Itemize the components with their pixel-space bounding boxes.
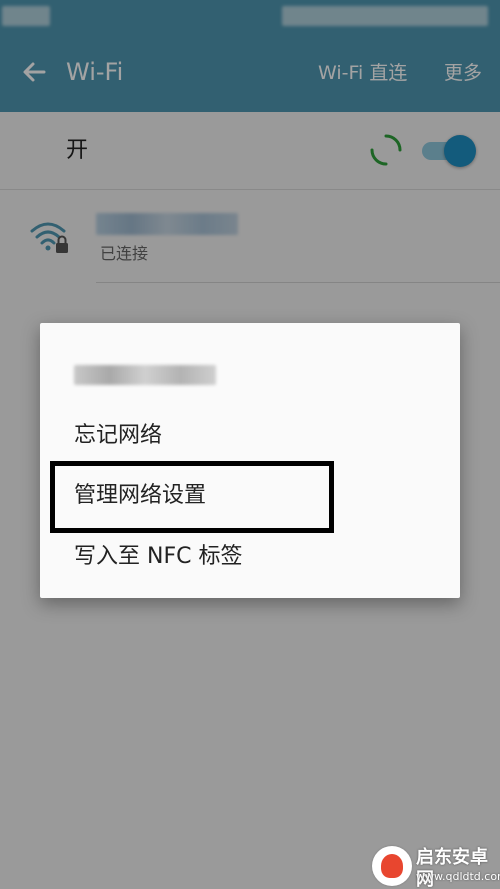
network-context-dialog: 忘记网络 管理网络设置 写入至 NFC 标签 xyxy=(40,323,460,598)
highlight-annotation-box xyxy=(50,461,334,533)
dialog-title-blurred xyxy=(74,365,216,385)
watermark: 启东安卓网 www.qdldtd.com xyxy=(372,846,500,889)
watermark-logo-icon xyxy=(372,846,412,886)
menu-item-write-nfc-tag[interactable]: 写入至 NFC 标签 xyxy=(74,542,242,572)
watermark-url: www.qdldtd.com xyxy=(416,870,500,883)
wifi-settings-screen: Wi-Fi Wi-Fi 直连 更多 开 已连接 忘记网络 管理网络设置 写入至 … xyxy=(0,0,500,889)
menu-item-forget-network[interactable]: 忘记网络 xyxy=(74,421,162,451)
